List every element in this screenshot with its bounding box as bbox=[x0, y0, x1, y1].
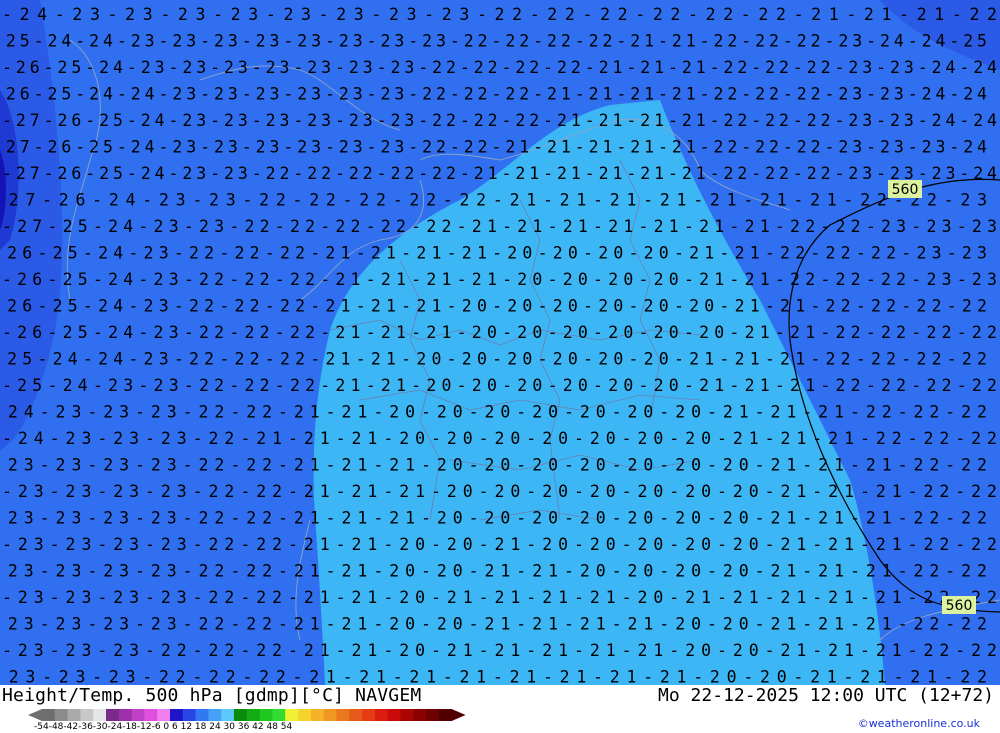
color-legend bbox=[28, 709, 466, 721]
legend-swatch bbox=[80, 709, 94, 721]
valid-time: Mo 22-12-2025 12:00 UTC (12+72) bbox=[658, 685, 994, 706]
legend-swatch bbox=[310, 709, 325, 721]
legend-ticks: -54-48-42-36-30-24-18-12-6 0 6 12 18 24 … bbox=[34, 722, 293, 732]
temperature-row: -24-23-23-23-22-21-21-21-20-20-20-20-20-… bbox=[2, 429, 997, 448]
temperature-row: -26-25-24-24-23-23-23-23-23-23-22-22-22-… bbox=[0, 85, 987, 104]
temperature-row: -23-23-23-23-22-22-21-21-20-20-21-20-20-… bbox=[2, 535, 997, 554]
credit-link[interactable]: ©weatheronline.co.uk bbox=[858, 717, 980, 730]
legend-swatch bbox=[298, 709, 312, 721]
legend-swatch bbox=[374, 709, 389, 721]
temperature-row: -23-23-23-23-22-22-21-21-20-21-21-21-21-… bbox=[2, 588, 997, 607]
legend-swatch bbox=[170, 709, 184, 721]
legend-swatch bbox=[272, 709, 286, 721]
legend-swatch bbox=[349, 709, 363, 721]
legend-swatch bbox=[106, 709, 120, 721]
legend-swatch bbox=[426, 709, 440, 721]
contour-label-560: 560 bbox=[892, 182, 919, 198]
legend-swatch bbox=[118, 709, 133, 721]
legend-swatch bbox=[336, 709, 350, 721]
legend-arrow-left bbox=[28, 709, 42, 721]
legend-swatch bbox=[42, 709, 56, 721]
temperature-row: -24-23-23-23-23-23-23-23-23-22-22-22-22-… bbox=[2, 5, 997, 24]
legend-swatch bbox=[221, 709, 235, 721]
map-background: -24-23-23-23-23-23-23-23-23-22-22-22-22-… bbox=[0, 0, 1000, 685]
legend-swatch bbox=[400, 709, 414, 721]
contour-label-560: 560 bbox=[946, 598, 973, 614]
legend-swatch bbox=[438, 709, 453, 721]
legend-swatch bbox=[259, 709, 273, 721]
weather-map: -24-23-23-23-23-23-23-23-23-22-22-22-22-… bbox=[0, 0, 1000, 685]
footer: Height/Temp. 500 hPa [gdmp][°C] NAVGEM M… bbox=[0, 685, 1000, 733]
legend-swatch bbox=[208, 709, 222, 721]
legend-swatch bbox=[387, 709, 401, 721]
legend-swatch bbox=[246, 709, 261, 721]
legend-swatch bbox=[54, 709, 69, 721]
legend-swatch bbox=[234, 709, 248, 721]
temperature-row: -25-24-24-23-23-23-23-23-23-23-23-22-22-… bbox=[0, 32, 987, 51]
legend-swatch bbox=[131, 709, 145, 721]
legend-swatch bbox=[157, 709, 171, 721]
temperature-row: -23-23-23-22-22-22-21-21-20-21-21-21-21-… bbox=[2, 641, 997, 660]
legend-swatch bbox=[285, 709, 299, 721]
legend-swatch bbox=[93, 709, 107, 721]
legend-swatch bbox=[413, 709, 427, 721]
chart-title: Height/Temp. 500 hPa [gdmp][°C] NAVGEM bbox=[2, 685, 422, 706]
legend-swatch bbox=[67, 709, 81, 721]
temperature-row: -23-23-23-23-22-22-21-21-21-20-20-20-20-… bbox=[2, 482, 997, 501]
legend-swatch bbox=[182, 709, 197, 721]
temperature-row: -27-26-25-24-23-23-23-23-23-23-22-22-21-… bbox=[0, 138, 987, 157]
legend-swatch bbox=[323, 709, 337, 721]
legend-swatch bbox=[144, 709, 158, 721]
legend-swatch bbox=[195, 709, 209, 721]
legend-swatch bbox=[362, 709, 376, 721]
legend-arrow-right bbox=[451, 709, 466, 721]
